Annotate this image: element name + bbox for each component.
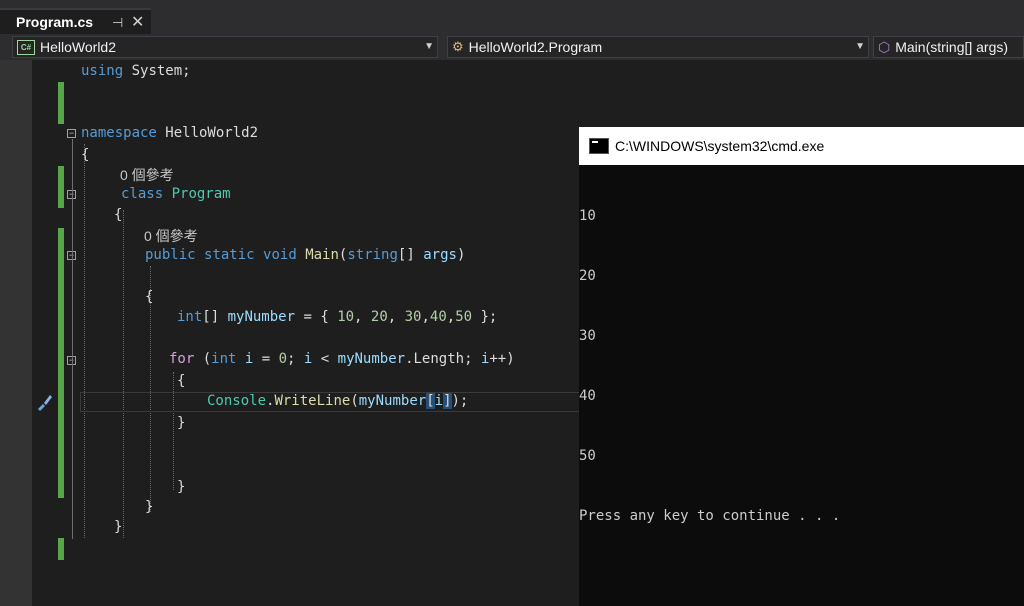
close-icon[interactable]: ✕ [131, 12, 144, 32]
collapse-namespace-button[interactable]: − [67, 129, 76, 138]
outline-line [72, 139, 73, 539]
code-line-namespace-close: } [114, 519, 123, 535]
code-line-array-declaration: int[] myNumber = { 10, 20, 30,40,50 }; [177, 309, 498, 325]
code-line-for: for (int i = 0; i < myNumber.Length; i++… [169, 351, 515, 367]
indent-guide [123, 210, 124, 538]
class-dropdown-label: HelloWorld2.Program [468, 39, 603, 55]
navigation-bar: C# HelloWorld2 ▼ ⚙ HelloWorld2.Program ▼… [0, 34, 1024, 60]
indent-guide [84, 144, 85, 538]
console-title: C:\WINDOWS\system32\cmd.exe [615, 138, 825, 154]
code-line-for-close: } [177, 415, 186, 431]
code-line-for-open: { [177, 373, 186, 389]
code-line-class-close: } [145, 499, 154, 515]
console-line: Press any key to continue . . . [579, 508, 841, 524]
document-tab-bar: Program.cs ⊣ ✕ [0, 0, 1024, 34]
console-window[interactable]: C:\WINDOWS\system32\cmd.exe 10 20 30 40 … [579, 127, 1024, 606]
console-title-bar[interactable]: C:\WINDOWS\system32\cmd.exe [579, 127, 1024, 165]
cmd-icon [589, 138, 609, 154]
method-icon: ⬡ [878, 38, 891, 55]
chevron-down-icon: ▼ [855, 41, 865, 52]
console-output: 10 20 30 40 50 Press any key to continue… [579, 166, 840, 566]
tab-program-cs[interactable]: Program.cs ⊣ ✕ [0, 8, 151, 34]
console-line: 30 [579, 328, 596, 344]
glyph-margin [0, 60, 32, 606]
code-line-namespace-open: { [81, 147, 90, 163]
console-line: 40 [579, 388, 596, 404]
code-line-main-signature: public static void Main(string[] args) [145, 247, 466, 263]
code-line-main-close: } [177, 479, 186, 495]
member-dropdown[interactable]: ⬡ Main(string[] args) [873, 36, 1024, 58]
project-dropdown-label: HelloWorld2 [40, 39, 116, 55]
code-line-namespace: namespace HelloWorld2 [81, 125, 259, 141]
tab-title: Program.cs [16, 14, 94, 30]
chevron-down-icon: ▼ [424, 41, 434, 52]
console-line: 50 [579, 448, 596, 464]
paintbrush-icon[interactable] [34, 392, 54, 412]
class-reference-count[interactable]: 0 個參考 [120, 165, 174, 185]
change-bar [58, 166, 64, 208]
csharp-project-icon: C# [17, 39, 35, 55]
class-icon: ⚙ [452, 39, 464, 54]
code-line-class-open: { [114, 207, 123, 223]
console-line: 20 [579, 268, 596, 284]
change-bar [58, 538, 64, 560]
code-line-using: using System; [81, 63, 191, 79]
project-dropdown[interactable]: C# HelloWorld2 ▼ [12, 36, 438, 58]
code-line-class: class Program [121, 186, 231, 202]
change-bar [58, 82, 64, 124]
change-bar [58, 228, 64, 498]
code-line-main-open: { [145, 289, 154, 305]
console-line: 10 [579, 208, 596, 224]
method-reference-count[interactable]: 0 個參考 [144, 226, 198, 246]
class-dropdown[interactable]: ⚙ HelloWorld2.Program ▼ [447, 36, 869, 58]
pin-icon[interactable]: ⊣ [112, 15, 123, 31]
member-dropdown-label: Main(string[] args) [895, 39, 1009, 55]
code-line-writeline: Console.WriteLine(myNumber[i]); [207, 393, 469, 409]
indent-guide [173, 372, 174, 490]
